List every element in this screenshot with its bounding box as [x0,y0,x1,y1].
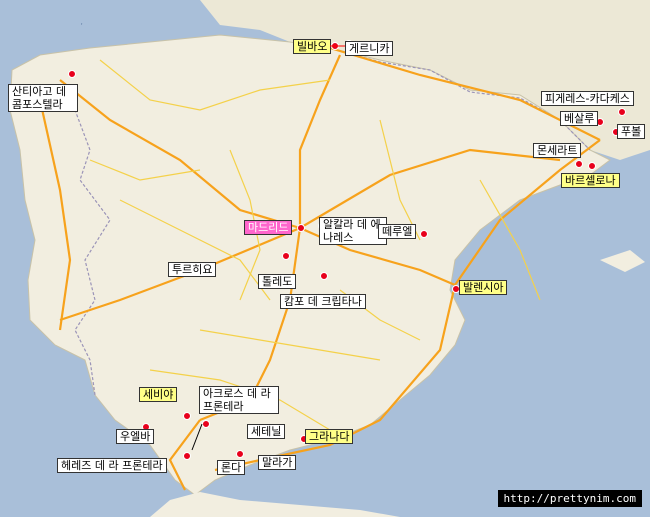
connector-layer [191,45,345,451]
map-view[interactable]: · 빌바오 게르니카 산티아고 데 콤포스텔라 피게레스-카다케스 베살루 푸볼… [0,0,650,517]
site-credit: http://prettynim.com [497,490,642,507]
